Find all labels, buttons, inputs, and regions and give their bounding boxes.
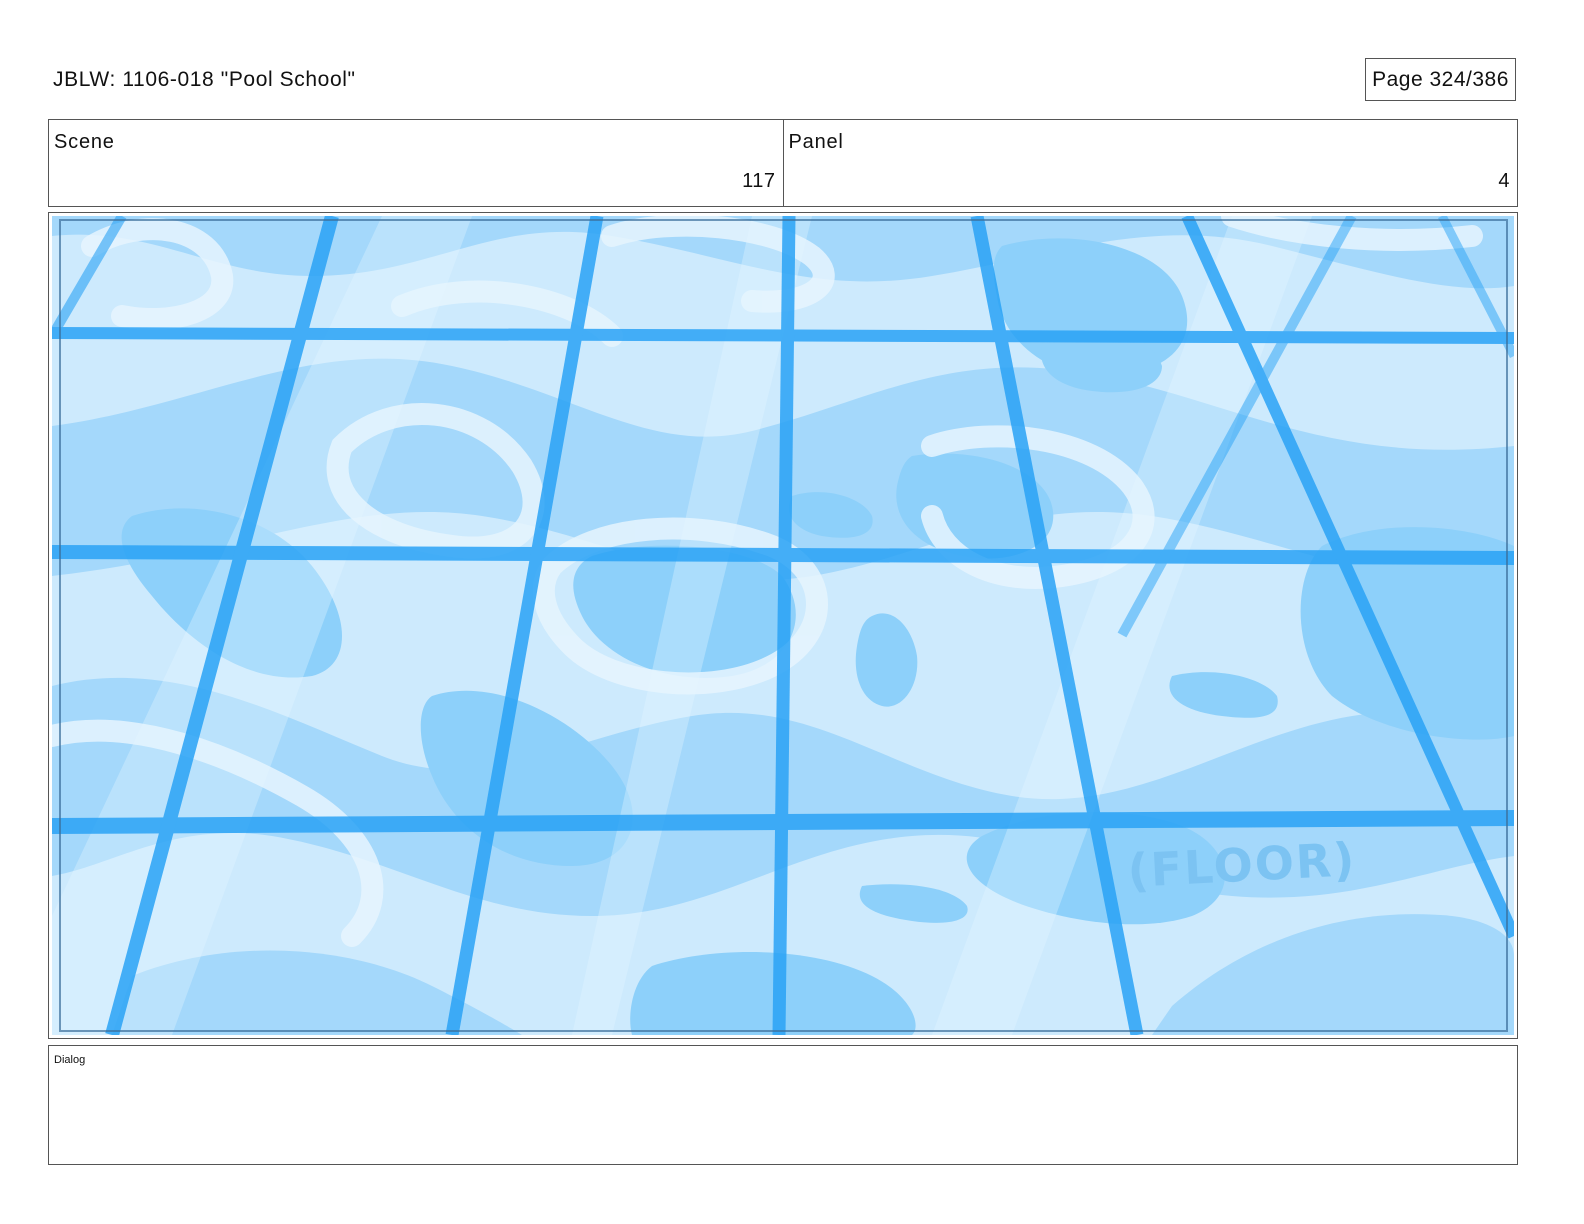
scene-label: Scene: [54, 131, 115, 153]
page-number: Page 324/386: [1365, 58, 1516, 101]
panel-label: Panel: [788, 131, 844, 153]
storyboard-frame: (FLOOR): [48, 212, 1518, 1039]
dialog-box: Dialog: [48, 1045, 1518, 1165]
scene-panel-header: Scene 117 Panel 4: [48, 119, 1518, 207]
document-title: JBLW: 1106-018 "Pool School": [53, 68, 356, 91]
panel-cell: Panel 4: [782, 120, 1518, 206]
dialog-label: Dialog: [54, 1054, 86, 1066]
panel-number: 4: [1498, 170, 1510, 192]
scene-number: 117: [742, 170, 776, 192]
pool-floor-illustration: (FLOOR): [52, 216, 1514, 1035]
scene-cell: Scene 117: [49, 120, 783, 206]
